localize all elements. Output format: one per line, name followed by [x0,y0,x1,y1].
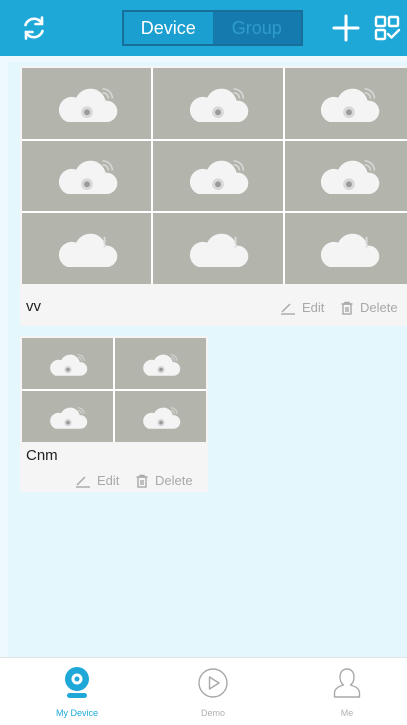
trash-icon [341,301,353,315]
nav-my-device[interactable]: My Device [22,658,132,725]
cloud-camera-icon [46,351,90,377]
bottom-nav: My Device Demo Me [0,657,407,725]
nav-label: Me [340,708,354,718]
play-icon [197,666,229,700]
thumbnail-grid [22,338,206,442]
cloud-offline-icon [184,228,252,269]
device-thumbnail[interactable] [22,213,152,284]
tab-device[interactable]: Device [124,12,213,44]
delete-button[interactable]: Delete [135,473,193,488]
device-group-card[interactable]: Cnm Edit Delete [20,336,208,492]
delete-label: Delete [360,300,398,315]
device-group-switch: Device Group [122,10,303,46]
group-name: vv [26,298,41,315]
device-list: vv Edit Delete Cnm Edit Delete [8,62,407,657]
trash-icon [136,474,148,488]
nav-label: Demo [200,708,225,718]
user-icon [332,666,362,700]
plus-icon[interactable] [332,12,360,44]
device-group-card[interactable]: vv Edit Delete [20,66,407,326]
camera-icon [64,666,90,700]
device-thumbnail[interactable] [284,68,407,139]
edit-label: Edit [302,300,325,315]
pencil-icon [281,303,295,315]
tab-group[interactable]: Group [212,12,301,44]
cloud-camera-icon [184,155,252,196]
cloud-camera-icon [53,83,121,124]
edit-button[interactable]: Edit [280,300,324,315]
nav-me[interactable]: Me [292,658,402,725]
top-bar: Device Group [0,0,407,56]
device-thumbnail[interactable] [22,338,113,389]
cloud-offline-icon [315,228,383,269]
cloud-camera-icon [53,155,121,196]
cloud-camera-icon [139,351,183,377]
nav-label: My Device [55,708,98,718]
pencil-icon [76,476,90,488]
nav-demo[interactable]: Demo [158,658,268,725]
device-thumbnail[interactable] [22,140,152,212]
cloud-camera-icon [315,155,383,196]
edit-label: Edit [97,473,120,488]
device-thumbnail[interactable] [153,140,283,212]
qr-scan-icon[interactable] [373,14,401,42]
cloud-camera-icon [46,404,90,430]
device-thumbnail[interactable] [284,213,407,284]
delete-label: Delete [155,473,193,488]
device-thumbnail[interactable] [115,338,206,389]
group-name: Cnm [26,447,58,464]
thumbnail-grid [22,68,407,284]
device-thumbnail[interactable] [153,213,283,284]
edit-button[interactable]: Edit [75,473,119,488]
device-thumbnail[interactable] [284,140,407,212]
device-thumbnail[interactable] [115,391,206,442]
device-thumbnail[interactable] [22,391,113,442]
device-thumbnail[interactable] [153,68,283,139]
delete-button[interactable]: Delete [340,300,398,315]
device-thumbnail[interactable] [22,68,152,139]
refresh-icon[interactable] [20,14,48,42]
cloud-camera-icon [139,404,183,430]
cloud-camera-icon [315,83,383,124]
cloud-offline-icon [53,228,121,269]
cloud-camera-icon [184,83,252,124]
